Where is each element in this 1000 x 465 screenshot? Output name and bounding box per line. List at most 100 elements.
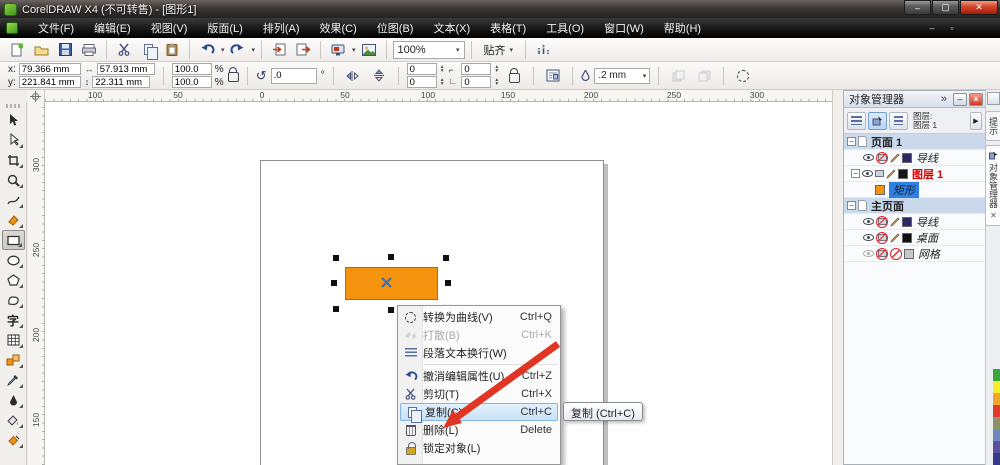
menu-effects[interactable]: 效果(C): [310, 18, 367, 38]
tree-row-page1[interactable]: − 页面 1: [844, 134, 985, 150]
round-corners-together-button[interactable]: [503, 66, 525, 86]
spinner-icon[interactable]: ▲ ▼: [440, 78, 445, 87]
selection-handle[interactable]: [331, 280, 337, 286]
printable-icon[interactable]: [875, 170, 884, 177]
menu-text[interactable]: 文本(X): [423, 18, 480, 38]
menu-item-copy[interactable]: 复制(C) Ctrl+C: [400, 403, 558, 423]
print-disabled-icon[interactable]: [876, 247, 888, 260]
doc-minimize-button[interactable]: –: [924, 23, 940, 33]
undo-button[interactable]: [196, 40, 218, 60]
selection-handle[interactable]: [445, 280, 451, 286]
vertical-ruler[interactable]: 300 250 200 150: [28, 102, 45, 465]
wrap-paragraph-text-button[interactable]: [542, 66, 564, 86]
selection-handle[interactable]: [333, 255, 339, 261]
zoom-level-select[interactable]: 100% ▾: [392, 40, 465, 59]
text-tool[interactable]: 字: [2, 310, 25, 330]
undo-dropdown-icon[interactable]: ▾: [221, 46, 225, 54]
fill-tool[interactable]: [2, 410, 25, 430]
tree-row-page1-guides[interactable]: 导线: [844, 150, 985, 166]
horizontal-ruler[interactable]: 100 50 0 50 100 150 200 250 300: [45, 90, 832, 102]
doc-restore-button[interactable]: ▫: [944, 23, 960, 33]
open-button[interactable]: [30, 40, 52, 60]
selection-handle[interactable]: [388, 254, 394, 260]
menu-bitmaps[interactable]: 位图(B): [367, 18, 424, 38]
paste-button[interactable]: [161, 40, 183, 60]
layer-color-swatch[interactable]: [902, 152, 912, 163]
visibility-disabled-icon[interactable]: [863, 250, 874, 257]
smart-fill-tool[interactable]: [2, 210, 25, 230]
y-position-field[interactable]: [18, 76, 81, 88]
object-height-field[interactable]: [92, 76, 151, 88]
selection-handle[interactable]: [388, 307, 394, 313]
tree-row-grid[interactable]: 网格: [844, 246, 985, 262]
save-button[interactable]: [54, 40, 76, 60]
corner-radius-br-field[interactable]: [461, 76, 492, 88]
palette-color[interactable]: [993, 417, 1000, 429]
menu-file[interactable]: 文件(F): [28, 18, 84, 38]
close-button[interactable]: ✕: [960, 0, 998, 15]
menu-edit[interactable]: 编辑(E): [84, 18, 141, 38]
new-document-button[interactable]: [6, 40, 28, 60]
menu-arrange[interactable]: 排列(A): [253, 18, 310, 38]
layer-color-swatch[interactable]: [902, 232, 912, 243]
rectangle-tool[interactable]: [1, 230, 25, 250]
welcome-screen-button[interactable]: [358, 40, 380, 60]
collapse-icon[interactable]: −: [847, 137, 856, 146]
scale-lock-icon[interactable]: [227, 67, 239, 82]
convert-to-curves-button[interactable]: [732, 66, 754, 86]
corner-radius-tr-field[interactable]: [461, 63, 492, 75]
show-object-properties-button[interactable]: [847, 111, 866, 130]
layer-color-swatch[interactable]: [904, 248, 914, 259]
spinner-icon[interactable]: ▲ ▼: [494, 65, 499, 74]
menu-item-undo[interactable]: 撤消编辑属性(U) Ctrl+Z: [398, 367, 560, 385]
snap-to-button[interactable]: 贴齐 ▾: [478, 41, 520, 59]
palette-color[interactable]: [993, 405, 1000, 417]
spinner-icon[interactable]: ▲ ▼: [494, 78, 499, 87]
vertical-scrollbar[interactable]: [832, 90, 843, 465]
ruler-origin-icon[interactable]: [27, 90, 45, 102]
edit-pencil-icon[interactable]: [886, 169, 896, 179]
menu-item-cut[interactable]: 剪切(T) Ctrl+X: [398, 385, 560, 403]
mirror-vertical-button[interactable]: [368, 66, 390, 86]
color-palette-strip[interactable]: [993, 369, 1000, 465]
menu-window[interactable]: 窗口(W): [594, 18, 654, 38]
import-button[interactable]: [268, 40, 290, 60]
toolbox-grip[interactable]: [6, 104, 20, 108]
polygon-tool[interactable]: [2, 270, 25, 290]
scale-v-field[interactable]: [171, 76, 212, 88]
menu-item-wrap-paragraph-text[interactable]: 段落文本换行(W): [398, 344, 560, 362]
eyedropper-tool[interactable]: [2, 370, 25, 390]
launcher-dropdown-icon[interactable]: ▾: [352, 46, 356, 54]
edit-pencil-icon[interactable]: [890, 153, 900, 163]
interactive-fill-tool[interactable]: [2, 430, 25, 450]
cut-icon[interactable]: [113, 40, 135, 60]
drawing-canvas[interactable]: 转换为曲线(V) Ctrl+Q 打散(B) Ctrl+K 段落文本换行(W) 撤…: [45, 102, 832, 465]
selection-handle[interactable]: [333, 306, 339, 312]
palette-color[interactable]: [993, 453, 1000, 465]
tree-row-rectangle-object[interactable]: 矩形: [844, 181, 985, 198]
collapse-docker-button[interactable]: [986, 92, 1000, 105]
tab-hints[interactable]: 提示: [985, 111, 1000, 141]
mirror-horizontal-button[interactable]: [342, 66, 364, 86]
palette-color[interactable]: [993, 381, 1000, 393]
visibility-icon[interactable]: [862, 170, 873, 177]
redo-button[interactable]: [227, 40, 249, 60]
selection-center-x-icon[interactable]: [380, 276, 393, 289]
layer-color-swatch[interactable]: [898, 168, 908, 179]
redo-dropdown-icon[interactable]: ▾: [252, 46, 256, 54]
pick-tool[interactable]: [2, 110, 25, 130]
tab-object-manager[interactable]: 对象管理器 ✕: [985, 145, 1000, 226]
corner-radius-tl-field[interactable]: [406, 63, 437, 75]
scale-h-field[interactable]: [171, 63, 212, 75]
menu-item-delete[interactable]: 删除(L) Delete: [398, 421, 560, 439]
edit-disabled-icon[interactable]: [890, 247, 902, 260]
menu-view[interactable]: 视图(V): [141, 18, 198, 38]
crop-tool[interactable]: [2, 150, 25, 170]
layer-color-swatch[interactable]: [902, 216, 912, 227]
rotation-angle-field[interactable]: [270, 67, 317, 84]
palette-color[interactable]: [993, 393, 1000, 405]
tree-row-layer1[interactable]: − 图层 1: [844, 166, 985, 182]
ellipse-tool[interactable]: [2, 250, 25, 270]
docker-chevron-icon[interactable]: »: [941, 93, 947, 105]
collapse-icon[interactable]: −: [851, 169, 860, 178]
